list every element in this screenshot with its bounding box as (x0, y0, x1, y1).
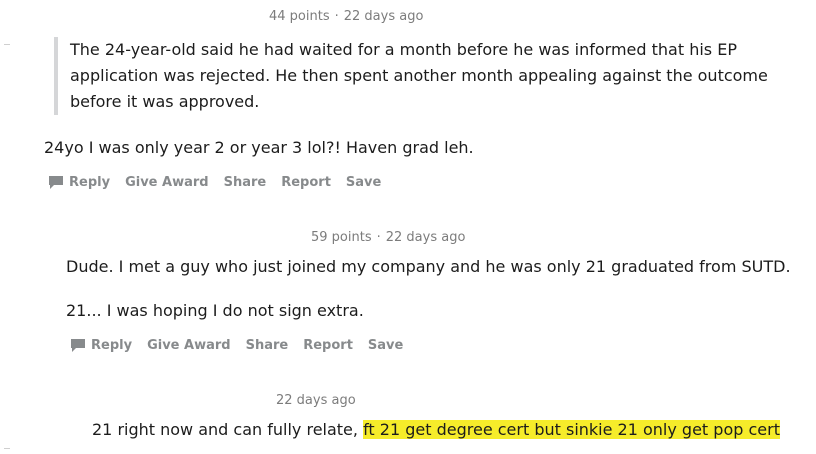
meta-separator: · (376, 230, 381, 245)
comment-meta: 59 points · 22 days ago (311, 230, 465, 245)
thread-guide-mark (4, 44, 10, 45)
comment-timestamp[interactable]: 22 days ago (276, 393, 356, 408)
report-button[interactable]: Report (303, 338, 353, 353)
comment-text: 21 right now and can fully relate, ft 21… (92, 419, 780, 441)
comment-meta: 44 points · 22 days ago (269, 9, 423, 24)
reply-button[interactable]: Reply (48, 175, 110, 190)
comment-text: 24yo I was only year 2 or year 3 lol?! H… (44, 138, 474, 157)
comment-timestamp[interactable]: 22 days ago (386, 230, 466, 245)
reply-button[interactable]: Reply (70, 338, 132, 353)
share-button[interactable]: Share (224, 175, 267, 190)
comment-points: 44 points (269, 9, 330, 24)
thread-guide-mark (4, 448, 10, 449)
comment-text: Dude. I met a guy who just joined my com… (66, 257, 791, 276)
blockquote: The 24-year-old said he had waited for a… (54, 37, 794, 115)
meta-separator: · (334, 9, 339, 24)
comment-text-plain: 21 right now and can fully relate, (92, 420, 364, 439)
reply-label: Reply (91, 338, 133, 353)
comment-points: 59 points (311, 230, 372, 245)
comment-meta: 22 days ago (276, 393, 356, 408)
comment-actions: Reply Give Award Share Report Save (48, 175, 381, 190)
save-button[interactable]: Save (346, 175, 381, 190)
speech-bubble-icon (49, 176, 63, 189)
give-award-button[interactable]: Give Award (125, 175, 209, 190)
save-button[interactable]: Save (368, 338, 403, 353)
speech-bubble-icon (71, 339, 85, 352)
share-button[interactable]: Share (246, 338, 289, 353)
comment-actions: Reply Give Award Share Report Save (70, 338, 403, 353)
highlighted-text: ft 21 get degree cert but sinkie 21 only… (363, 420, 780, 439)
comment-timestamp[interactable]: 22 days ago (344, 9, 424, 24)
give-award-button[interactable]: Give Award (147, 338, 231, 353)
comment-text: 21... I was hoping I do not sign extra. (66, 301, 364, 320)
reply-label: Reply (69, 175, 111, 190)
report-button[interactable]: Report (281, 175, 331, 190)
